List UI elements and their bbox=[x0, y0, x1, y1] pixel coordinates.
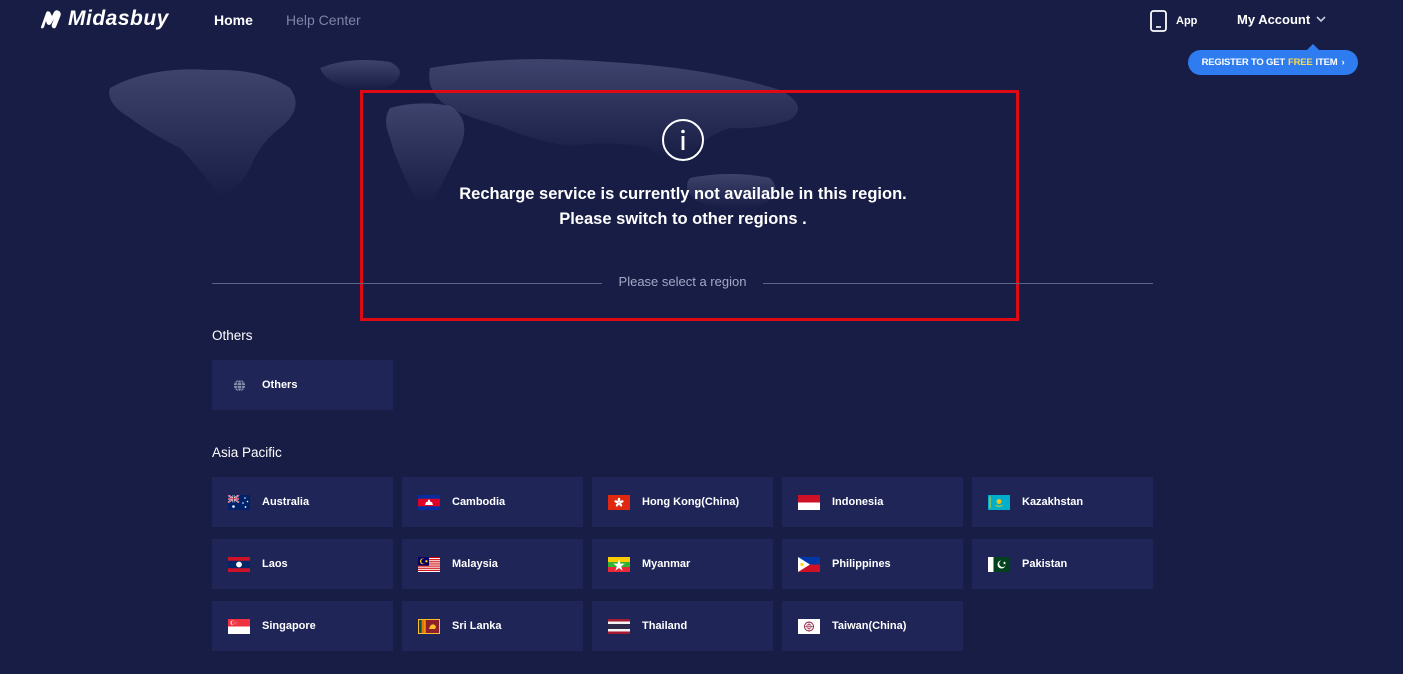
region-name: Malaysia bbox=[452, 558, 498, 570]
nav-home-link[interactable]: Home bbox=[214, 12, 253, 28]
region-tile-pakistan[interactable]: Pakistan bbox=[972, 539, 1153, 589]
app-label: App bbox=[1176, 15, 1198, 27]
region-tile-philippines[interactable]: Philippines bbox=[782, 539, 963, 589]
region-name: Philippines bbox=[832, 558, 891, 570]
region-divider: Please select a region bbox=[212, 274, 1153, 292]
flag-indonesia-icon bbox=[798, 494, 820, 510]
flag-pakistan-icon bbox=[988, 556, 1010, 572]
flag-laos-icon bbox=[228, 556, 250, 572]
region-tile-australia[interactable]: Australia bbox=[212, 477, 393, 527]
region-tile-cambodia[interactable]: Cambodia bbox=[402, 477, 583, 527]
promo-suffix: ITEM bbox=[1315, 57, 1338, 68]
region-tile-hong-kong[interactable]: Hong Kong(China) bbox=[592, 477, 773, 527]
region-tile-myanmar[interactable]: Myanmar bbox=[592, 539, 773, 589]
flag-myanmar-icon bbox=[608, 556, 630, 572]
notice-message-line-2: Please switch to other regions . bbox=[559, 210, 807, 228]
region-name: Myanmar bbox=[642, 558, 691, 570]
flag-malaysia-icon bbox=[418, 556, 440, 572]
region-tile-singapore[interactable]: Singapore bbox=[212, 601, 393, 651]
mobile-phone-icon bbox=[1150, 10, 1167, 32]
midasbuy-logo-icon bbox=[41, 10, 61, 29]
region-name: Taiwan(China) bbox=[832, 620, 907, 632]
register-promo-button[interactable]: REGISTER TO GET FREE ITEM › bbox=[1188, 44, 1358, 75]
region-name: Indonesia bbox=[832, 496, 884, 508]
flag-australia-icon bbox=[228, 494, 250, 510]
section-title-others: Others bbox=[212, 328, 253, 343]
region-tile-malaysia[interactable]: Malaysia bbox=[402, 539, 583, 589]
chevron-right-icon: › bbox=[1341, 57, 1345, 68]
region-name: Pakistan bbox=[1022, 558, 1068, 570]
region-name: Singapore bbox=[262, 620, 316, 632]
flag-hong-kong-icon bbox=[608, 494, 630, 510]
flag-sri-lanka-icon bbox=[418, 618, 440, 634]
flag-singapore-icon bbox=[228, 618, 250, 634]
promo-prefix: REGISTER TO GET bbox=[1201, 57, 1286, 68]
region-name: Australia bbox=[262, 496, 310, 508]
region-tile-laos[interactable]: Laos bbox=[212, 539, 393, 589]
region-name: Sri Lanka bbox=[452, 620, 502, 632]
region-divider-label: Please select a region bbox=[618, 274, 747, 289]
nav-help-center-link[interactable]: Help Center bbox=[286, 12, 361, 28]
app-download-link[interactable]: App bbox=[1150, 10, 1197, 32]
region-tile-indonesia[interactable]: Indonesia bbox=[782, 477, 963, 527]
flag-kazakhstan-icon bbox=[988, 494, 1010, 510]
region-tile-others[interactable]: Others bbox=[212, 360, 393, 410]
flag-cambodia-icon bbox=[418, 494, 440, 510]
my-account-menu[interactable]: My Account bbox=[1237, 12, 1326, 27]
flag-taiwan-icon bbox=[798, 618, 820, 634]
region-name: Others bbox=[262, 379, 298, 391]
flag-thailand-icon bbox=[608, 618, 630, 634]
divider-line-left bbox=[212, 283, 602, 284]
globe-icon bbox=[228, 378, 250, 393]
top-navigation-bar: Midasbuy Home Help Center App My Account bbox=[0, 0, 1403, 40]
my-account-label: My Account bbox=[1237, 12, 1311, 27]
info-icon bbox=[662, 119, 704, 161]
region-tile-thailand[interactable]: Thailand bbox=[592, 601, 773, 651]
region-name: Hong Kong(China) bbox=[642, 496, 740, 508]
region-tile-sri-lanka[interactable]: Sri Lanka bbox=[402, 601, 583, 651]
region-name: Kazakhstan bbox=[1022, 496, 1084, 508]
divider-line-right bbox=[763, 283, 1153, 284]
brand-name: Midasbuy bbox=[68, 7, 169, 30]
notice-message-line-1: Recharge service is currently not availa… bbox=[459, 185, 907, 203]
midasbuy-logo[interactable]: Midasbuy bbox=[38, 7, 169, 31]
chevron-down-icon bbox=[1316, 16, 1326, 23]
region-name: Laos bbox=[262, 558, 288, 570]
region-name: Cambodia bbox=[452, 496, 506, 508]
region-name: Thailand bbox=[642, 620, 688, 632]
promo-free-highlight: FREE bbox=[1287, 57, 1313, 68]
region-tile-taiwan[interactable]: Taiwan(China) bbox=[782, 601, 963, 651]
section-title-asia-pacific: Asia Pacific bbox=[212, 445, 282, 460]
region-tile-kazakhstan[interactable]: Kazakhstan bbox=[972, 477, 1153, 527]
flag-philippines-icon bbox=[798, 556, 820, 572]
